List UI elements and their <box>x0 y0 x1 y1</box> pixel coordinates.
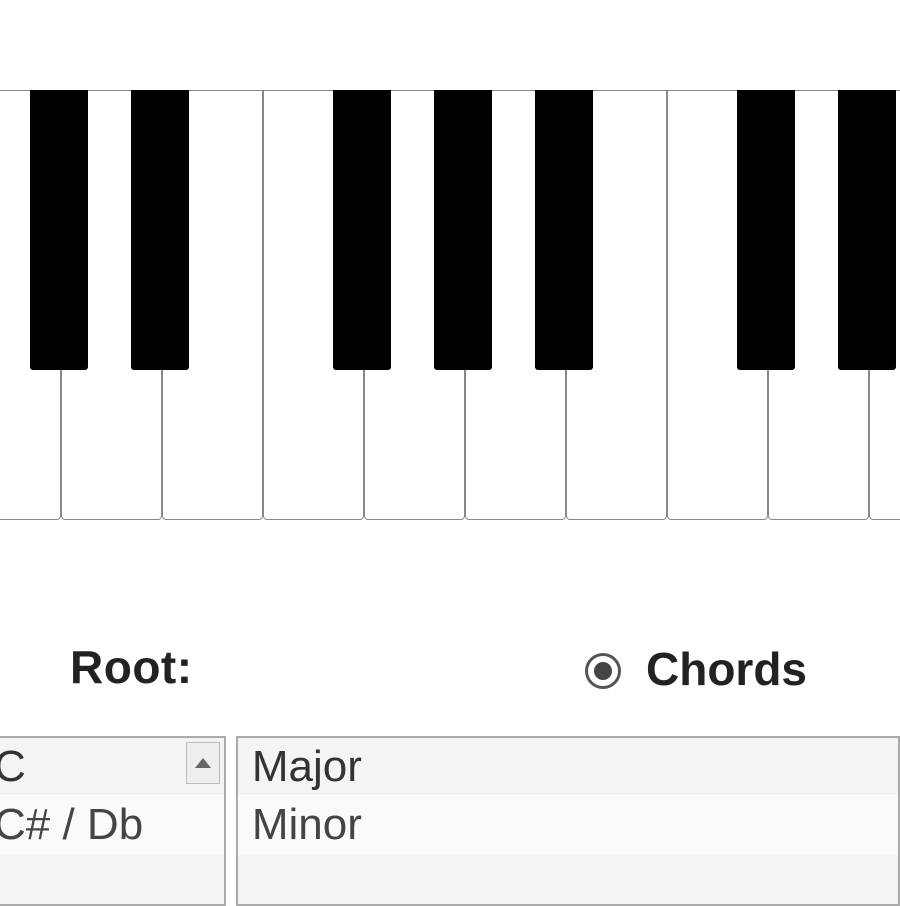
chord-option-minor[interactable]: Minor <box>238 796 898 854</box>
root-label: Root: <box>70 640 193 694</box>
root-note-listbox[interactable]: C C# / Db <box>0 736 226 906</box>
piano-keyboard <box>0 90 900 530</box>
chord-type-listbox[interactable]: Major Minor <box>236 736 900 906</box>
chords-radio-group: Chords <box>580 642 807 696</box>
scroll-up-button[interactable] <box>186 742 220 784</box>
black-key-d-sharp[interactable] <box>131 90 189 370</box>
black-key-d-sharp2[interactable] <box>838 90 896 370</box>
black-key-g-sharp[interactable] <box>434 90 492 370</box>
chord-option-major[interactable]: Major <box>238 738 898 796</box>
black-key-c-sharp[interactable] <box>30 90 88 370</box>
lists-row: C C# / Db Major Minor <box>0 736 900 906</box>
black-key-a-sharp[interactable] <box>535 90 593 370</box>
black-key-c-sharp2[interactable] <box>737 90 795 370</box>
root-option-c-sharp[interactable]: C# / Db <box>0 796 224 854</box>
black-key-f-sharp[interactable] <box>333 90 391 370</box>
chords-radio-label: Chords <box>646 642 807 696</box>
chords-radio[interactable] <box>585 653 621 689</box>
